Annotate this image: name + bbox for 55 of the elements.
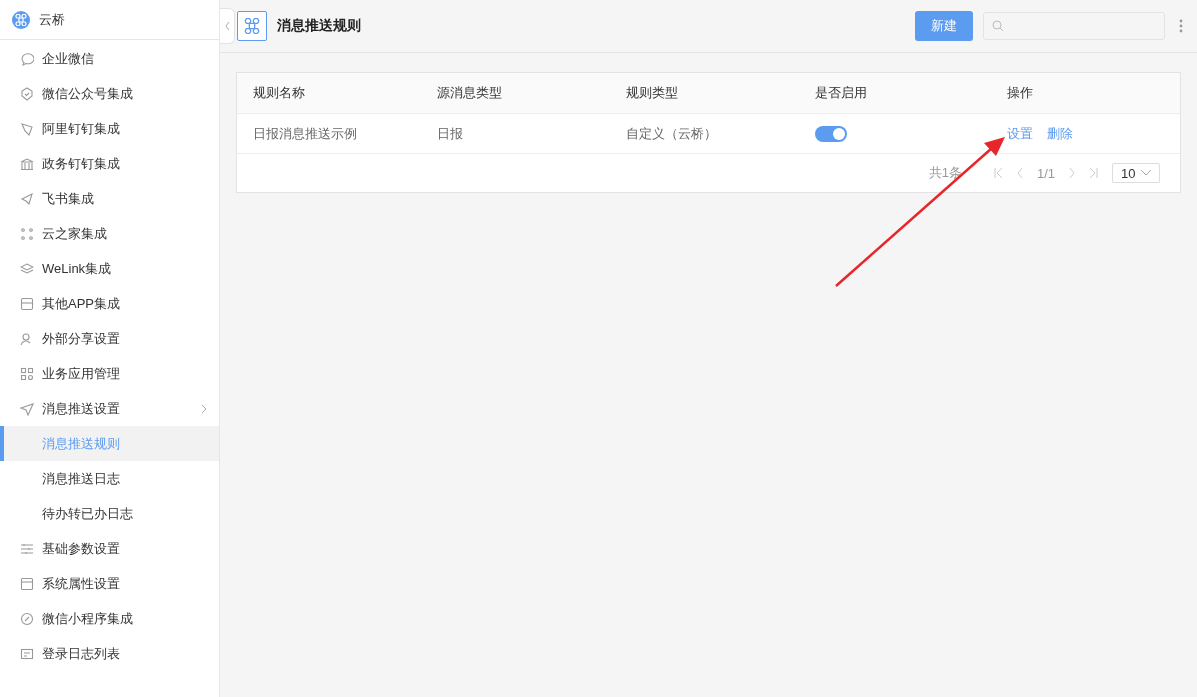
sidebar-item[interactable]: 外部分享设置 bbox=[0, 321, 219, 356]
toggle-switch[interactable] bbox=[815, 125, 847, 142]
sidebar-item[interactable]: 企业微信 bbox=[0, 41, 219, 76]
sidebar-item[interactable]: 微信小程序集成 bbox=[0, 601, 219, 636]
bank-icon bbox=[20, 156, 34, 171]
sidebar-item[interactable]: 飞书集成 bbox=[0, 181, 219, 216]
sidebar-item[interactable]: 其他APP集成 bbox=[0, 286, 219, 321]
page-indicator: 1/1 bbox=[1036, 165, 1055, 181]
app-logo-icon bbox=[12, 10, 30, 29]
page-title: 消息推送规则 bbox=[277, 17, 362, 35]
previous-page-icon[interactable] bbox=[1016, 168, 1023, 178]
chat-icon bbox=[20, 51, 34, 66]
sidebar-item[interactable]: 登录日志列表 bbox=[0, 636, 219, 671]
sidebar-item[interactable]: 业务应用管理 bbox=[0, 356, 219, 391]
layers-icon bbox=[20, 261, 34, 276]
sidebar-subitem[interactable]: 消息推送日志 bbox=[0, 461, 219, 496]
column-header: 规则类型 bbox=[626, 84, 679, 102]
sidebar-subitem[interactable]: 待办转已办日志 bbox=[0, 496, 219, 531]
sidebar-item[interactable]: 阿里钉钉集成 bbox=[0, 111, 219, 146]
paper-plane-icon bbox=[20, 191, 34, 206]
chevron-left-icon bbox=[224, 22, 230, 30]
sliders-icon bbox=[20, 541, 34, 556]
search-icon bbox=[992, 20, 1004, 32]
table-cell-text: 日报消息推送示例 bbox=[253, 124, 358, 143]
column-header: 规则名称 bbox=[253, 84, 306, 102]
next-page-icon[interactable] bbox=[1069, 168, 1075, 178]
page-size-select[interactable]: 10 bbox=[1112, 163, 1160, 183]
send-icon bbox=[20, 401, 34, 416]
more-icon[interactable] bbox=[1179, 18, 1183, 34]
table-cell-text: 自定义（云桥） bbox=[626, 124, 718, 143]
first-page-icon[interactable] bbox=[993, 168, 1003, 178]
last-page-icon[interactable] bbox=[1089, 168, 1098, 178]
sidebar-item[interactable]: 系统属性设置 bbox=[0, 566, 219, 601]
window-icon bbox=[20, 576, 34, 591]
sidebar-item[interactable]: WeLink集成 bbox=[0, 251, 219, 286]
app-icon bbox=[20, 296, 34, 311]
sidebar-item[interactable]: 微信公众号集成 bbox=[0, 76, 219, 111]
badge-icon bbox=[20, 86, 34, 101]
nodes-icon bbox=[20, 226, 34, 241]
sidebar-item[interactable]: 云之家集成 bbox=[0, 216, 219, 251]
command-icon bbox=[237, 11, 267, 41]
sidebar-item[interactable]: 消息推送设置 bbox=[0, 391, 219, 426]
sidebar-item[interactable]: 政务钉钉集成 bbox=[0, 146, 219, 181]
column-header: 是否启用 bbox=[815, 84, 868, 102]
collapse-sidebar-button[interactable] bbox=[220, 8, 235, 44]
list-icon bbox=[20, 646, 34, 661]
table-cell-text: 日报 bbox=[437, 124, 464, 143]
app-name: 云桥 bbox=[39, 10, 65, 29]
column-header: 操作 bbox=[1007, 84, 1034, 102]
sidebar-item[interactable]: 基础参数设置 bbox=[0, 531, 219, 566]
chevron-down-icon bbox=[1141, 170, 1151, 176]
column-header: 源消息类型 bbox=[437, 84, 503, 102]
total-count: 共1条 bbox=[928, 164, 962, 182]
search-field[interactable] bbox=[983, 12, 1165, 40]
grid-icon bbox=[20, 366, 34, 381]
